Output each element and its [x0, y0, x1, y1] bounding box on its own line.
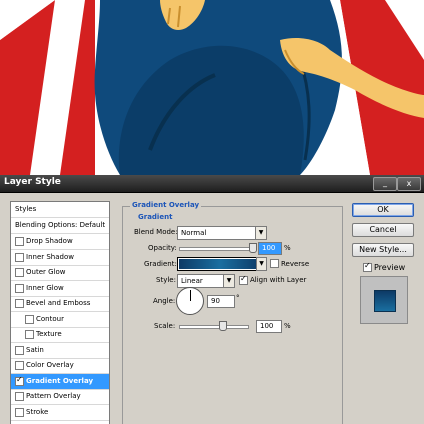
opacity-label: Opacity: — [148, 244, 177, 252]
angle-unit: ° — [236, 294, 240, 302]
style-item-label: Color Overlay — [26, 361, 74, 369]
ok-button[interactable]: OK — [352, 203, 414, 217]
chevron-down-icon: ▼ — [255, 227, 266, 239]
dialog-title: Layer Style — [4, 177, 61, 187]
style-item-label: Contour — [36, 314, 64, 323]
style-item-drop-shadow[interactable]: Drop Shadow — [11, 234, 109, 250]
style-item-color-overlay[interactable]: Color Overlay — [11, 358, 109, 374]
opacity-input[interactable]: 100 — [258, 242, 282, 255]
style-checkbox[interactable] — [15, 392, 24, 401]
style-checkbox[interactable] — [25, 314, 34, 324]
gradient-overlay-title: Gradient Overlay — [130, 201, 202, 209]
chevron-down-icon: ▼ — [223, 275, 234, 287]
styles-list-panel: Styles Blending Options: Default Drop Sh… — [10, 201, 110, 424]
style-item-contour[interactable]: Contour — [11, 312, 109, 328]
align-with-layer-checkbox[interactable]: ✓ — [239, 274, 248, 285]
preview-swatch — [374, 290, 396, 312]
dialog-titlebar[interactable]: Layer Style _ x — [0, 175, 424, 193]
style-item-satin[interactable]: Satin — [11, 343, 109, 359]
style-checkbox[interactable] — [15, 345, 24, 355]
opacity-unit: % — [284, 244, 291, 252]
illustration-graphic — [0, 0, 424, 175]
scale-slider-track[interactable] — [179, 325, 249, 329]
styles-header-item[interactable]: Styles — [11, 202, 109, 218]
preview-checkbox[interactable]: ✓ — [363, 261, 372, 272]
scale-input[interactable]: 100 — [256, 320, 282, 333]
style-checkbox[interactable] — [15, 299, 24, 308]
chevron-down-icon[interactable]: ▼ — [256, 257, 267, 271]
scale-slider-thumb[interactable] — [219, 321, 228, 331]
style-checkbox[interactable]: ✓ — [15, 374, 24, 386]
style-checkbox[interactable] — [15, 361, 24, 370]
style-item-label: Outer Glow — [26, 268, 66, 276]
style-item-label: Inner Shadow — [26, 252, 74, 261]
checkmark-icon: ✓ — [364, 261, 371, 270]
style-item-label: Pattern Overlay — [26, 392, 81, 400]
style-value: Linear — [181, 277, 203, 285]
blend-mode-select[interactable]: Normal ▼ — [177, 226, 267, 240]
gradient-picker[interactable] — [177, 257, 263, 271]
style-item-label: Texture — [36, 330, 62, 338]
blending-options-item[interactable]: Blending Options: Default — [11, 218, 109, 234]
style-label: Style: — [156, 276, 176, 284]
angle-dial[interactable] — [176, 287, 204, 315]
style-item-texture[interactable]: Texture — [11, 327, 109, 343]
blend-mode-label: Blend Mode: — [134, 228, 178, 236]
style-item-label: Gradient Overlay — [26, 376, 94, 385]
style-item-label: Satin — [26, 345, 44, 354]
style-item-inner-shadow[interactable]: Inner Shadow — [11, 250, 109, 266]
scale-unit: % — [284, 322, 291, 330]
close-button[interactable]: x — [397, 177, 421, 191]
style-item-stroke[interactable]: Stroke — [11, 405, 109, 421]
styles-header-label: Styles — [15, 205, 37, 213]
new-style-button[interactable]: New Style... — [352, 243, 414, 257]
preview-label: Preview — [374, 263, 406, 272]
cancel-button[interactable]: Cancel — [352, 223, 414, 237]
angle-label: Angle: — [153, 297, 176, 305]
style-item-label: Drop Shadow — [26, 237, 73, 245]
angle-dial-needle — [190, 290, 191, 301]
gradient-label: Gradient: — [144, 260, 177, 268]
style-item-pattern-overlay[interactable]: Pattern Overlay — [11, 389, 109, 405]
gradient-preview-bar — [179, 259, 261, 269]
style-select[interactable]: Linear ▼ — [177, 274, 235, 288]
style-item-label: Bevel and Emboss — [26, 299, 91, 307]
blending-options-label: Blending Options: Default — [15, 221, 106, 229]
style-item-outer-glow[interactable]: Outer Glow — [11, 265, 109, 281]
style-checkbox[interactable] — [15, 252, 24, 262]
blend-mode-value: Normal — [181, 229, 207, 237]
angle-input[interactable]: 90 — [207, 295, 235, 308]
canvas-illustration — [0, 0, 424, 175]
style-checkbox[interactable] — [15, 283, 24, 293]
angle-value: 90 — [211, 297, 220, 305]
opacity-value: 100 — [262, 244, 276, 252]
style-item-label: Stroke — [26, 407, 49, 416]
checkmark-icon: ✓ — [16, 374, 23, 384]
style-item-inner-glow[interactable]: Inner Glow — [11, 281, 109, 297]
opacity-slider-track[interactable] — [179, 247, 255, 251]
checkmark-icon: ✓ — [240, 274, 247, 283]
minimize-button[interactable]: _ — [373, 177, 397, 191]
style-checkbox[interactable] — [25, 330, 34, 339]
style-item-gradient-overlay[interactable]: ✓ Gradient Overlay — [11, 373, 109, 390]
style-item-label: Inner Glow — [26, 283, 64, 292]
style-checkbox[interactable] — [15, 407, 24, 417]
reverse-checkbox[interactable] — [270, 259, 279, 268]
style-checkbox[interactable] — [15, 237, 24, 246]
preview-thumbnail — [360, 276, 408, 324]
scale-value: 100 — [260, 322, 274, 330]
align-with-layer-label: Align with Layer — [250, 276, 307, 284]
reverse-label: Reverse — [281, 260, 310, 268]
layer-style-dialog: Layer Style _ x Styles Blending Options:… — [0, 175, 424, 424]
style-item-bevel-and-emboss[interactable]: Bevel and Emboss — [11, 296, 109, 312]
opacity-slider-thumb[interactable] — [249, 243, 257, 253]
style-checkbox[interactable] — [15, 268, 24, 277]
scale-label: Scale: — [154, 322, 176, 330]
gradient-subtitle: Gradient — [138, 213, 173, 221]
